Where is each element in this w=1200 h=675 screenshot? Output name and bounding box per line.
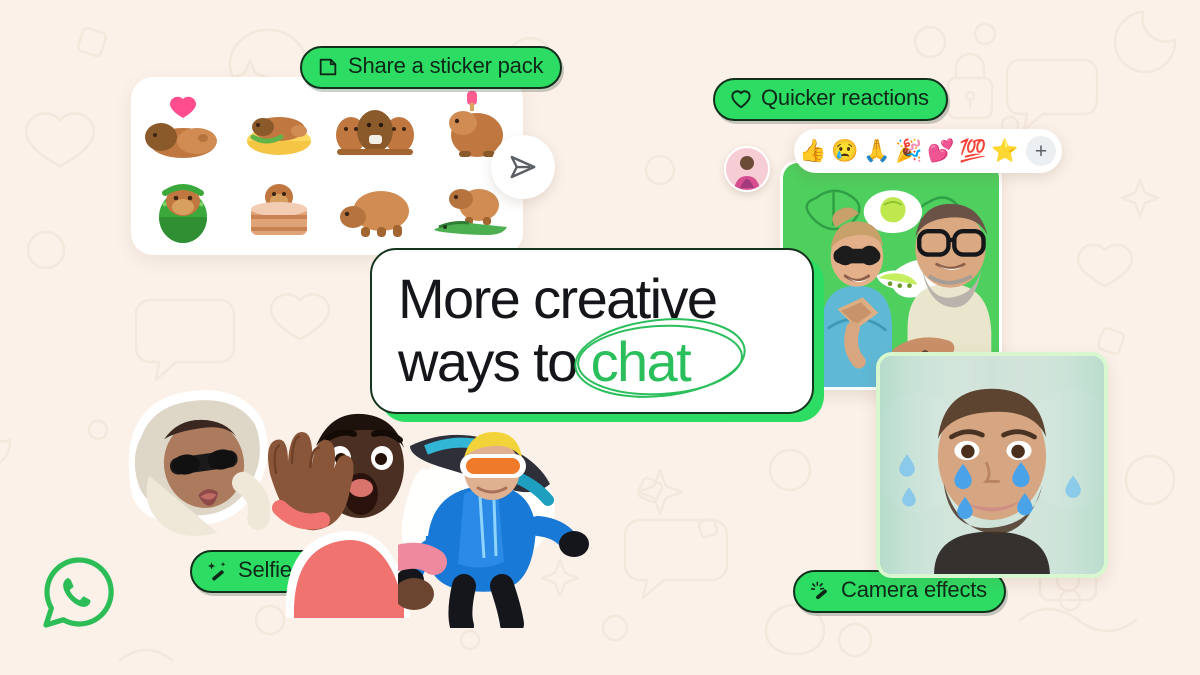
sticker-capybara-walking[interactable] bbox=[327, 165, 423, 247]
pill-label: Quicker reactions bbox=[761, 85, 929, 110]
sticker-capybara-sleeping-with-heart[interactable] bbox=[135, 83, 231, 165]
add-reaction-button[interactable]: + bbox=[1026, 136, 1056, 166]
sticker-capybara-in-sandwich[interactable] bbox=[231, 83, 327, 165]
pill-quicker-reactions[interactable]: Quicker reactions bbox=[713, 78, 948, 121]
send-icon bbox=[510, 155, 536, 179]
sticker-grid bbox=[131, 77, 523, 255]
headline-accent-word: chat bbox=[573, 318, 746, 398]
reaction-emoji-crying[interactable]: 😢 bbox=[830, 140, 860, 162]
headline-card: More creative ways to chat bbox=[370, 248, 814, 414]
promo-canvas: Send Share a sticker pack Quicker reacti… bbox=[0, 0, 1200, 675]
reaction-avatar[interactable] bbox=[724, 146, 770, 192]
sticker-icon bbox=[317, 56, 339, 78]
reaction-emoji-pray[interactable]: 🙏 bbox=[862, 140, 892, 162]
sparkle-wand-icon bbox=[207, 560, 229, 582]
pill-label: Share a sticker pack bbox=[348, 53, 544, 78]
sticker-capybara-in-watermelon[interactable] bbox=[135, 165, 231, 247]
reaction-emoji-two-hearts[interactable]: 💕 bbox=[926, 140, 956, 162]
whatsapp-logo-icon: WhatsApp bbox=[40, 553, 118, 631]
heart-outline-icon bbox=[730, 89, 752, 109]
headline-line-2: ways to chat bbox=[398, 318, 786, 398]
pill-share-a-sticker-pack[interactable]: Share a sticker pack bbox=[300, 46, 563, 89]
magic-wand-icon bbox=[810, 580, 832, 602]
photo-camera-effect-tears[interactable] bbox=[876, 352, 1108, 578]
send-button[interactable]: Send bbox=[491, 135, 555, 199]
pill-label: Camera effects bbox=[841, 577, 987, 602]
headline-accent-text: chat bbox=[590, 330, 692, 393]
sticker-pack-panel[interactable] bbox=[131, 77, 523, 255]
quick-reaction-bar[interactable]: 👍 😢 🙏 🎉 💕 💯 ⭐ + bbox=[794, 129, 1062, 173]
reaction-emoji-hundred[interactable]: 💯 bbox=[958, 140, 988, 162]
headline-line-2-plain: ways to bbox=[398, 330, 591, 393]
reaction-emoji-party[interactable]: 🎉 bbox=[894, 140, 924, 162]
sticker-three-capybaras[interactable] bbox=[327, 83, 423, 165]
cutout-snowboarder[interactable] bbox=[385, 418, 593, 638]
sticker-capybara-in-hot-tub[interactable] bbox=[231, 165, 327, 247]
reaction-emoji-thumbs-up[interactable]: 👍 bbox=[798, 140, 828, 162]
reaction-emoji-star[interactable]: ⭐ bbox=[990, 140, 1020, 162]
headline-line-1: More creative bbox=[398, 267, 718, 331]
